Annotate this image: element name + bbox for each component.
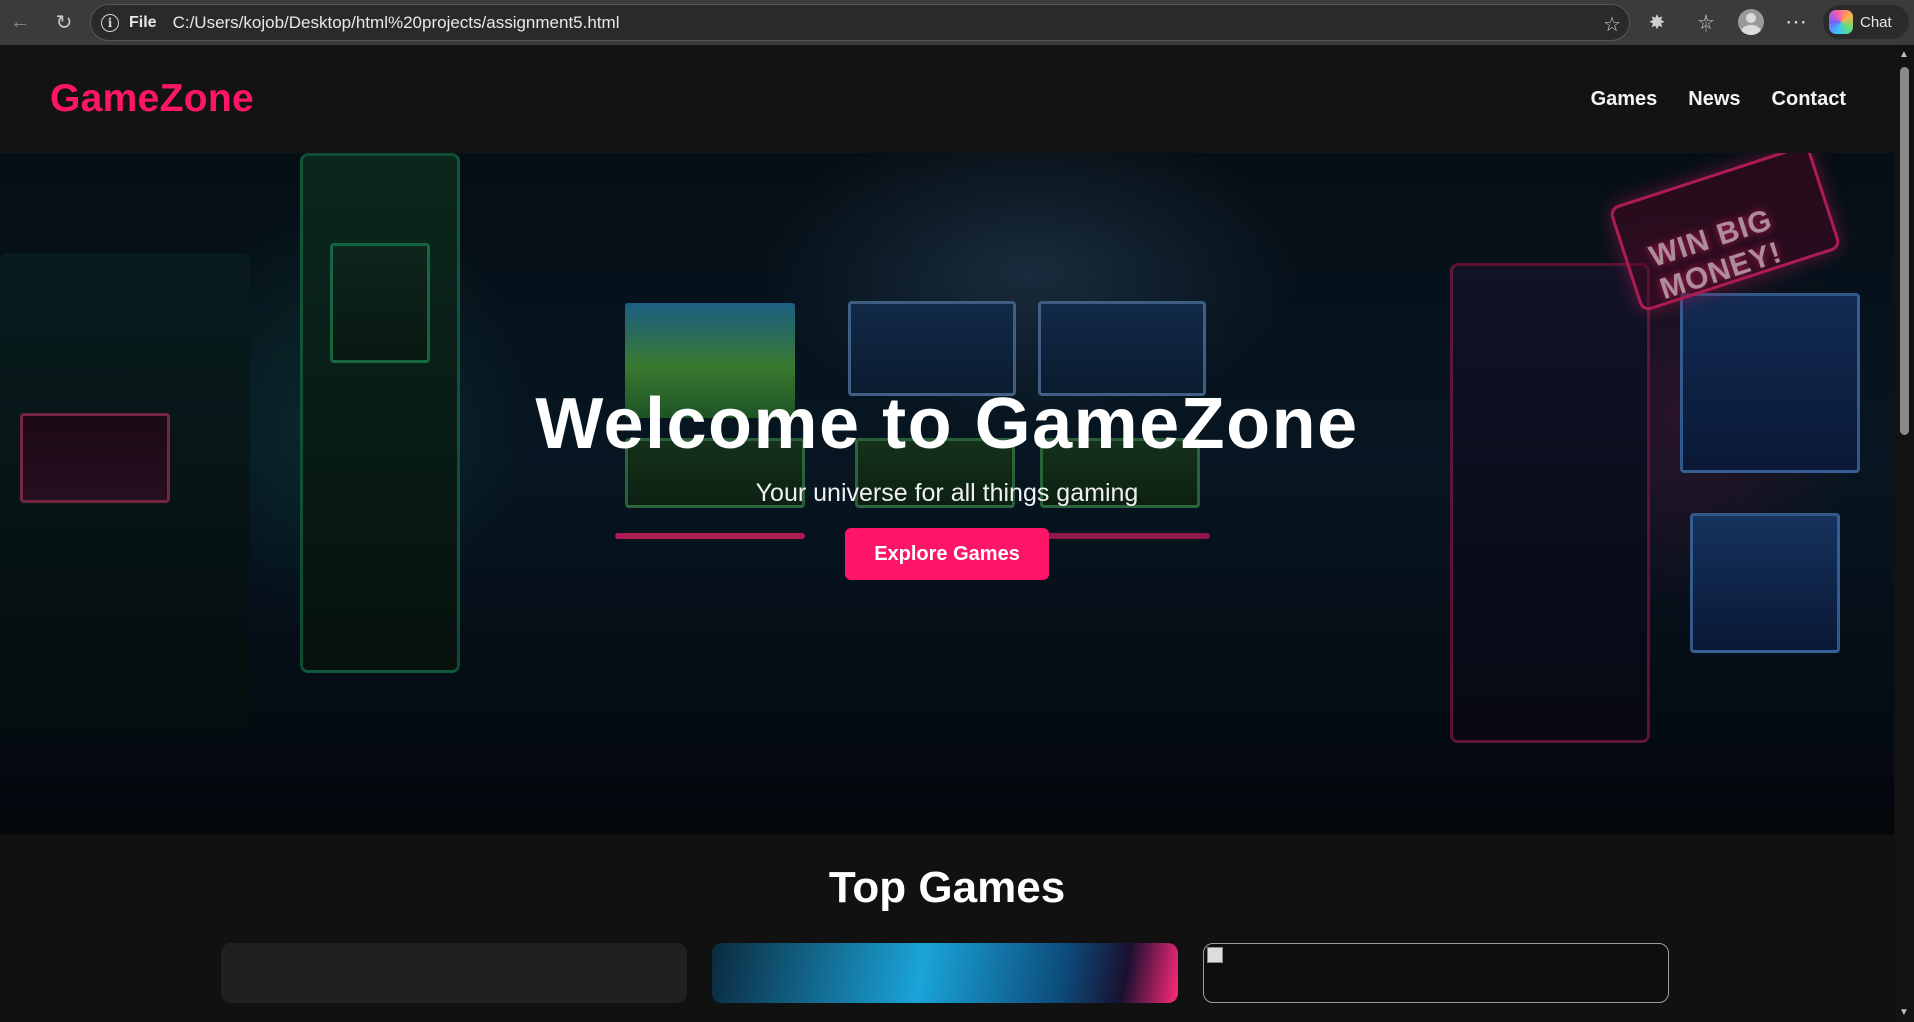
hero-title: Welcome to GameZone (535, 384, 1359, 464)
nav-link-news[interactable]: News (1688, 88, 1740, 111)
page-scrollbar[interactable]: ▲ ▼ (1894, 45, 1914, 1022)
scroll-down-arrow-icon[interactable]: ▼ (1899, 1007, 1909, 1018)
chat-button[interactable]: Chat (1823, 5, 1909, 39)
scrollbar-thumb[interactable] (1900, 67, 1909, 435)
more-menu-icon[interactable]: ⋯ (1780, 6, 1812, 38)
scheme-label: File (129, 13, 157, 31)
nav-link-games[interactable]: Games (1591, 88, 1658, 111)
game-card[interactable] (1203, 943, 1669, 1003)
extensions-icon[interactable]: ✸ (1641, 6, 1673, 38)
reload-icon[interactable]: ↻ (48, 6, 80, 38)
url-text[interactable]: C:/Users/kojob/Desktop/html%20projects/a… (173, 13, 620, 33)
game-card[interactable] (221, 943, 687, 1003)
back-arrow-icon[interactable]: ← (4, 6, 36, 38)
broken-image-icon (1207, 947, 1223, 963)
game-card[interactable] (712, 943, 1178, 1003)
top-games-title: Top Games (828, 863, 1066, 912)
site-nav: Games News Contact (1591, 88, 1846, 111)
favorite-star-icon[interactable]: ☆ (1603, 12, 1621, 37)
browser-toolbar: ← ↻ i File C:/Users/kojob/Desktop/html%2… (0, 0, 1914, 45)
nav-link-contact[interactable]: Contact (1772, 88, 1846, 111)
chat-button-label: Chat (1860, 13, 1892, 31)
hero-content: Welcome to GameZone Your universe for al… (0, 153, 1894, 835)
address-bar[interactable]: i File C:/Users/kojob/Desktop/html%20pro… (90, 4, 1630, 41)
copilot-icon (1829, 10, 1853, 34)
scroll-up-arrow-icon[interactable]: ▲ (1899, 49, 1909, 60)
site-logo[interactable]: GameZone (50, 77, 254, 121)
site-info-icon[interactable]: i (101, 13, 119, 32)
hero-subtitle: Your universe for all things gaming (755, 479, 1139, 507)
hero-section: WIN BIG MONEY! Welcome to GameZone Your … (0, 153, 1894, 835)
site-header: GameZone Games News Contact (0, 45, 1894, 153)
page-viewport: GameZone Games News Contact WIN BIG MONE… (0, 45, 1894, 1022)
favorites-icon[interactable]: ☆ (1690, 6, 1722, 38)
profile-icon[interactable] (1735, 6, 1767, 38)
explore-games-button[interactable]: Explore Games (845, 528, 1049, 580)
